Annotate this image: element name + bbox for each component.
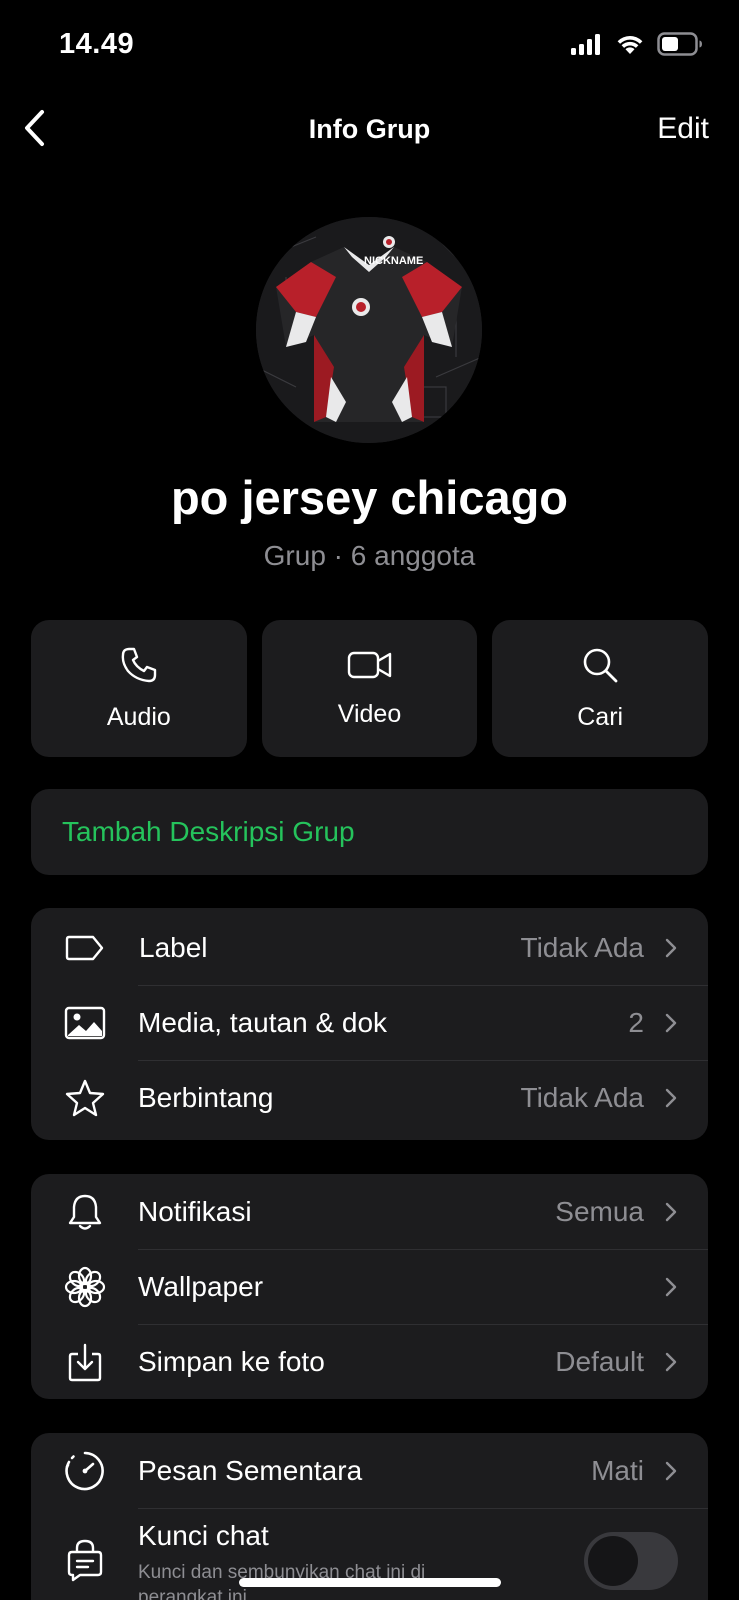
home-indicator: [239, 1578, 501, 1587]
lock-chat-icon: [64, 1539, 106, 1582]
disappearing-row-label: Pesan Sementara: [138, 1454, 363, 1486]
phone-icon: [120, 646, 158, 689]
status-icons: [571, 32, 703, 61]
group-meta[interactable]: Grup · 6 anggota: [0, 540, 739, 572]
audio-label: Audio: [106, 702, 171, 731]
video-call-button[interactable]: Video: [261, 620, 478, 757]
edit-button[interactable]: Edit: [657, 112, 709, 146]
divider: [138, 1508, 708, 1509]
add-description-label: Tambah Deskripsi Grup: [62, 816, 355, 847]
row-media[interactable]: Media, tautan & dok 2: [31, 985, 708, 1060]
group-name[interactable]: po jersey chicago: [0, 470, 739, 525]
chevron-right-icon: [662, 936, 680, 960]
chevron-right-icon: [662, 1200, 680, 1224]
toggle-knob: [588, 1536, 638, 1586]
media-row-label: Media, tautan & dok: [138, 1006, 388, 1038]
timer-icon: [64, 1450, 106, 1492]
row-starred[interactable]: Berbintang Tidak Ada: [31, 1060, 708, 1135]
starred-row-value: Tidak Ada: [520, 1081, 644, 1113]
label-row-label: Label: [139, 931, 208, 963]
divider: [138, 985, 708, 986]
cellular-signal-icon: [571, 33, 603, 60]
video-label: Video: [337, 699, 402, 728]
chevron-right-icon: [662, 1011, 680, 1035]
action-row: Audio Video Cari: [31, 620, 709, 757]
row-label[interactable]: Label Tidak Ada: [31, 910, 708, 985]
search-label: Cari: [577, 702, 624, 731]
battery-icon: [657, 32, 703, 61]
disappearing-row-value: Mati: [591, 1454, 644, 1486]
tag-icon: [64, 927, 106, 969]
notifications-row-label: Notifikasi: [138, 1195, 252, 1227]
save-photos-row-label: Simpan ke foto: [138, 1345, 325, 1377]
divider: [138, 1324, 708, 1325]
nav-bar: Info Grup Edit: [0, 96, 739, 166]
row-wallpaper[interactable]: Wallpaper: [31, 1249, 708, 1324]
notifications-row-value: Semua: [555, 1195, 644, 1227]
audio-call-button[interactable]: Audio: [31, 620, 247, 757]
chevron-right-icon: [662, 1350, 680, 1374]
row-notifications[interactable]: Notifikasi Semua: [31, 1174, 708, 1249]
divider: [138, 1060, 708, 1061]
video-camera-icon: [347, 649, 393, 686]
wifi-icon: [615, 33, 645, 60]
status-time: 14.49: [59, 28, 135, 60]
star-icon: [64, 1077, 106, 1119]
group-avatar[interactable]: NICKNAME: [256, 217, 482, 443]
media-section: Label Tidak Ada Media, tautan & dok 2 Be…: [31, 908, 708, 1140]
save-photos-row-value: Default: [555, 1345, 644, 1377]
chevron-right-icon: [662, 1086, 680, 1110]
jersey-nickname-text: NICKNAME: [364, 255, 423, 267]
chat-lock-row-label: Kunci chat: [138, 1520, 269, 1551]
starred-row-label: Berbintang: [138, 1081, 274, 1113]
save-download-icon: [64, 1341, 106, 1383]
chevron-right-icon: [662, 1459, 680, 1483]
status-bar: 14.49: [0, 0, 739, 96]
flower-icon: [64, 1266, 106, 1308]
row-disappearing-messages[interactable]: Pesan Sementara Mati: [31, 1433, 708, 1508]
privacy-section: Pesan Sementara Mati Kunci chat Kunci da…: [31, 1433, 708, 1600]
wallpaper-row-label: Wallpaper: [138, 1270, 264, 1302]
image-icon: [64, 1002, 106, 1044]
search-button[interactable]: Cari: [492, 620, 709, 757]
chat-lock-toggle[interactable]: [584, 1532, 678, 1590]
media-row-value: 2: [628, 1006, 644, 1038]
label-row-value: Tidak Ada: [520, 931, 644, 963]
jersey-photo: NICKNAME: [256, 217, 482, 443]
add-group-description-button[interactable]: Tambah Deskripsi Grup: [31, 789, 708, 875]
search-icon: [581, 646, 619, 689]
divider: [138, 1249, 708, 1250]
settings-section: Notifikasi Semua Wallpaper Simpan ke fot…: [31, 1174, 708, 1399]
chevron-right-icon: [662, 1275, 680, 1299]
page-title: Info Grup: [308, 114, 431, 144]
bell-icon: [64, 1191, 106, 1233]
row-save-to-photos[interactable]: Simpan ke foto Default: [31, 1324, 708, 1399]
